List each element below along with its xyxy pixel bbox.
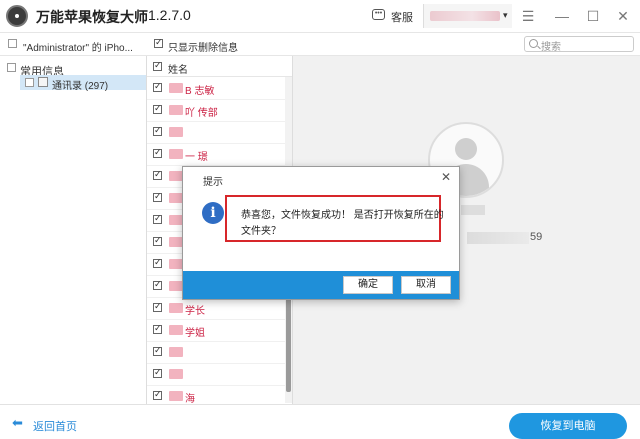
contact-row[interactable] — [147, 341, 285, 364]
dialog-title: 提示 — [203, 177, 223, 188]
contact-row-checkbox[interactable] — [153, 279, 162, 290]
contacts-icon — [38, 77, 48, 87]
contact-name-redacted — [169, 237, 183, 247]
contact-row-checkbox[interactable] — [153, 169, 162, 180]
contact-row-checkbox[interactable] — [153, 345, 162, 356]
contact-name-redacted — [169, 259, 183, 269]
contact-name: 海 — [185, 394, 195, 405]
dialog-message-line2: 文件夹？ — [241, 226, 281, 237]
contact-name-redacted — [169, 149, 183, 159]
maximize-icon[interactable]: ☐ — [584, 7, 602, 25]
only-deleted-checkbox[interactable] — [154, 37, 163, 48]
app-logo-icon — [6, 5, 28, 27]
contact-name-redacted — [169, 83, 183, 93]
scrollbar-thumb[interactable] — [286, 287, 291, 392]
contact-name-redacted — [169, 215, 183, 225]
contact-name-redacted — [169, 347, 183, 357]
category-panel: 常用信息 通讯录 (297) — [0, 56, 147, 404]
search-icon — [529, 39, 538, 48]
device-label: "Administrator" 的 iPho... — [23, 43, 133, 54]
contact-phone-redacted — [467, 232, 529, 244]
select-all-checkbox[interactable] — [153, 60, 162, 71]
contact-name: 学姐 — [185, 328, 205, 339]
menu-icon[interactable]: ☰ — [519, 7, 537, 25]
contact-phone-tail: 59 — [530, 231, 543, 243]
name-column-header[interactable]: 姓名 — [168, 61, 188, 76]
list-header: 姓名 — [147, 56, 292, 77]
contact-row-checkbox[interactable] — [153, 323, 162, 334]
account-name-redacted — [430, 11, 500, 21]
message-highlight-frame: 恭喜您，文件恢复成功！ 是否打开恢复所在的 文件夹？ — [225, 195, 444, 242]
contact-row-checkbox[interactable] — [153, 389, 162, 400]
cancel-button[interactable]: 取消 — [401, 276, 451, 294]
contact-row[interactable] — [147, 121, 285, 144]
category-group-checkbox[interactable] — [7, 63, 16, 72]
contact-name-redacted — [169, 105, 183, 115]
contact-row-checkbox[interactable] — [153, 147, 162, 158]
account-dropdown[interactable]: ▾ — [423, 4, 512, 28]
contact-row-checkbox[interactable] — [153, 235, 162, 246]
support-button[interactable]: 客服 — [391, 9, 413, 25]
contact-row-checkbox[interactable] — [153, 103, 162, 114]
contact-name: 一 璟 — [185, 152, 208, 163]
prompt-dialog: 提示 ✕ i 恭喜您，文件恢复成功！ 是否打开恢复所在的 文件夹？ 确定 取消 — [182, 166, 460, 300]
contact-name-redacted — [169, 303, 183, 313]
info-icon: i — [202, 202, 224, 224]
title-bar: 万能苹果恢复大师 1.2.7.0 ••• 客服 ▾ ☰ — ☐ ✕ — [0, 0, 640, 33]
back-arrow-icon[interactable]: ⬅ — [12, 416, 26, 429]
contact-row[interactable] — [147, 363, 285, 386]
contact-name-redacted — [169, 369, 183, 379]
contact-row-checkbox[interactable] — [153, 213, 162, 224]
back-home-link[interactable]: 返回首页 — [33, 418, 77, 434]
dialog-close-icon[interactable]: ✕ — [441, 170, 451, 184]
device-checkbox[interactable] — [8, 39, 17, 48]
contact-name-redacted — [169, 171, 183, 181]
contact-row-checkbox[interactable] — [153, 367, 162, 378]
recover-to-computer-button[interactable]: 恢复到电脑 — [509, 413, 627, 439]
contact-row[interactable]: 学长 — [147, 297, 285, 320]
dialog-message-line1: 恭喜您，文件恢复成功！ 是否打开恢复所在的 — [241, 210, 444, 221]
contact-row-checkbox[interactable] — [153, 125, 162, 136]
app-title: 万能苹果恢复大师 — [36, 9, 148, 25]
search-input[interactable]: 搜索 — [524, 36, 634, 53]
contact-name-redacted — [169, 193, 183, 203]
dialog-button-bar: 确定 取消 — [183, 271, 459, 299]
contact-name-redacted — [169, 391, 183, 401]
contact-row[interactable]: 一 璟 — [147, 143, 285, 166]
contact-name-redacted — [169, 325, 183, 335]
contact-row[interactable]: 吖 传部 — [147, 99, 285, 122]
category-item-contacts[interactable]: 通讯录 (297) — [20, 75, 146, 92]
contact-row[interactable]: 学姐 — [147, 319, 285, 342]
contact-row-checkbox[interactable] — [153, 81, 162, 92]
contact-name: B 志敏 — [185, 86, 215, 97]
contact-row-checkbox[interactable] — [153, 301, 162, 312]
chat-icon[interactable]: ••• — [372, 9, 385, 20]
contact-name: 吖 传部 — [185, 108, 218, 119]
app-version: 1.2.7.0 — [148, 7, 191, 23]
minimize-icon[interactable]: — — [553, 7, 571, 25]
search-placeholder: 搜索 — [541, 42, 561, 53]
contact-row[interactable]: B 志敏 — [147, 77, 285, 100]
only-deleted-label: 只显示删除信息 — [168, 43, 238, 54]
confirm-button[interactable]: 确定 — [343, 276, 393, 294]
close-icon[interactable]: ✕ — [614, 7, 632, 25]
contact-row-checkbox[interactable] — [153, 191, 162, 202]
contact-name: 学长 — [185, 306, 205, 317]
contacts-label: 通讯录 (297) — [52, 81, 109, 92]
contact-row-checkbox[interactable] — [153, 257, 162, 268]
chevron-down-icon[interactable]: ▾ — [503, 10, 508, 21]
contacts-checkbox[interactable] — [25, 78, 34, 87]
dialog-title-bar: 提示 ✕ — [183, 167, 459, 189]
contact-name-redacted — [461, 205, 485, 215]
footer-bar: ⬅ 返回首页 恢复到电脑 — [0, 404, 640, 439]
contact-name-redacted — [169, 281, 183, 291]
avatar-head — [455, 138, 477, 160]
contact-name-redacted — [169, 127, 183, 137]
